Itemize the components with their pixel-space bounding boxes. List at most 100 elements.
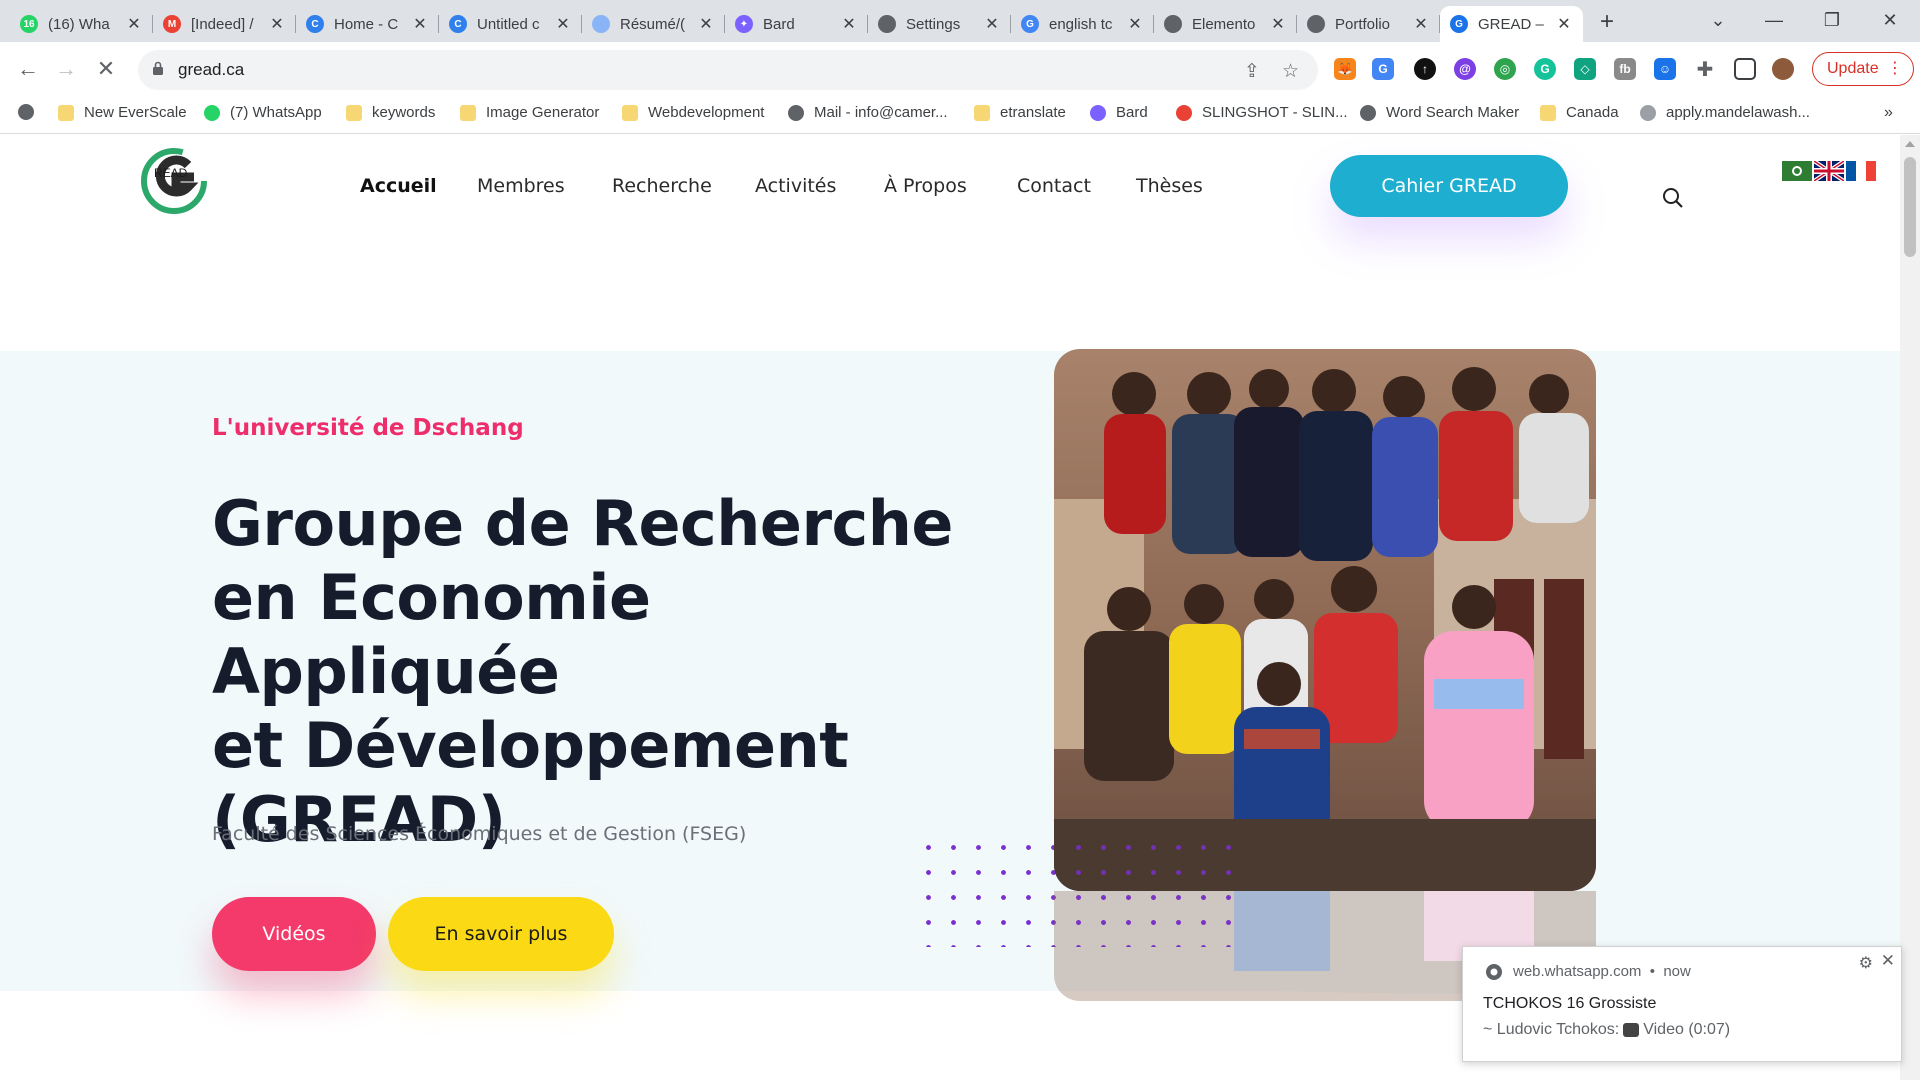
browser-tab[interactable]: Settings ✕ (868, 6, 1011, 42)
arabic-flag-icon[interactable] (1782, 161, 1812, 181)
nav-a-propos[interactable]: À Propos (884, 175, 967, 197)
browser-tab[interactable]: M [Indeed] / ✕ (153, 6, 296, 42)
whatsapp-notification[interactable]: web.whatsapp.com • now ⚙ ✕ TCHOKOS 16 Gr… (1462, 946, 1902, 1062)
tab-close-icon[interactable]: ✕ (1126, 14, 1144, 34)
bot-extension-icon[interactable]: ☺ (1654, 58, 1676, 80)
new-tab-button[interactable]: + (1600, 8, 1614, 36)
tab-close-icon[interactable]: ✕ (1555, 14, 1573, 34)
share-icon[interactable]: ⇪ (1244, 60, 1260, 83)
bookmark-label: Bard (1116, 104, 1148, 121)
globe-icon (878, 15, 896, 33)
hero-title: Groupe de Recherche en Economie Appliqué… (212, 487, 992, 857)
url-text: gread.ca (178, 60, 245, 79)
extension-icon[interactable]: ↑ (1414, 58, 1436, 80)
browser-tab[interactable]: C Home - C ✕ (296, 6, 439, 42)
close-window-button[interactable]: ✕ (1862, 0, 1918, 40)
tab-close-icon[interactable]: ✕ (1269, 14, 1287, 34)
bard-icon: ✦ (735, 15, 753, 33)
restore-button[interactable]: ❐ (1804, 0, 1860, 40)
browser-tab[interactable]: Elemento ✕ (1154, 6, 1297, 42)
tab-close-icon[interactable]: ✕ (840, 14, 858, 34)
bookmark-star-icon[interactable]: ☆ (1282, 60, 1299, 83)
browser-tab[interactable]: 16 (16) Wha ✕ (10, 6, 153, 42)
back-icon[interactable]: ← (14, 56, 42, 82)
bookmark-item[interactable]: SLINGSHOT - SLIN... (1176, 104, 1348, 121)
globe-icon (1164, 15, 1182, 33)
tab-title: Settings (906, 15, 961, 33)
bookmark-item[interactable]: Word Search Maker (1360, 104, 1519, 121)
translate-extension-icon[interactable]: G (1372, 58, 1394, 80)
folder-icon (1540, 104, 1556, 121)
notification-site: web.whatsapp.com • now (1513, 963, 1691, 980)
bookmarks-overflow-icon[interactable]: » (1884, 104, 1893, 122)
page-scrollbar[interactable] (1900, 135, 1920, 1080)
tab-title: Elemento (1192, 15, 1256, 33)
minimize-button[interactable]: — (1746, 0, 1802, 40)
bookmark-item[interactable]: etranslate (974, 104, 1066, 121)
stop-loading-icon[interactable]: ✕ (92, 56, 120, 82)
tab-close-icon[interactable]: ✕ (1412, 14, 1430, 34)
menu-dots-icon[interactable]: ⋮ (1887, 58, 1903, 78)
extensions-puzzle-icon[interactable]: ✚ (1694, 58, 1716, 81)
tab-close-icon[interactable]: ✕ (554, 14, 572, 34)
tab-search-icon[interactable]: ⌄ (1690, 0, 1746, 40)
forward-icon[interactable]: → (52, 56, 80, 82)
update-button[interactable]: Update ⋮ (1812, 52, 1914, 86)
metamask-extension-icon[interactable]: 🦊 (1334, 58, 1356, 80)
profile-avatar[interactable] (1772, 58, 1794, 80)
tab-close-icon[interactable]: ✕ (411, 14, 429, 34)
gread-favicon: G (1450, 15, 1468, 33)
canva-icon: C (306, 15, 324, 33)
notification-close-icon[interactable]: ✕ (1881, 951, 1895, 971)
notification-message: Video (0:07) (1643, 1021, 1731, 1038)
browser-tab[interactable]: C Untitled c ✕ (439, 6, 582, 42)
chatgpt-extension-icon[interactable]: ◇ (1574, 58, 1596, 80)
nav-accueil[interactable]: Accueil (360, 175, 437, 197)
tab-close-icon[interactable]: ✕ (268, 14, 286, 34)
grammarly-extension-icon[interactable]: G (1534, 58, 1556, 80)
scroll-up-arrow-icon[interactable] (1905, 141, 1915, 147)
videos-button[interactable]: Vidéos (212, 897, 376, 971)
bookmark-item[interactable]: apply.mandelawash... (1640, 104, 1810, 121)
extension-icon-2[interactable]: @ (1454, 58, 1476, 80)
browser-tab[interactable]: ✦ Bard ✕ (725, 6, 868, 42)
tab-close-icon[interactable]: ✕ (697, 14, 715, 34)
nav-membres[interactable]: Membres (477, 175, 565, 197)
fb-extension-icon[interactable]: fb (1614, 58, 1636, 80)
bookmark-item[interactable]: Image Generator (460, 104, 599, 121)
apps-globe-icon[interactable] (18, 104, 44, 120)
bookmark-item[interactable]: New EverScale (58, 104, 187, 121)
google-icon: G (1021, 15, 1039, 33)
nav-theses[interactable]: Thèses (1136, 175, 1203, 197)
web-page: READ Accueil Membres Recherche Activités… (0, 135, 1900, 1080)
bookmark-item[interactable]: Mail - info@camer... (788, 104, 948, 121)
nav-activites[interactable]: Activités (755, 175, 836, 197)
browser-tab[interactable]: Genglish tc ✕ (1011, 6, 1154, 42)
scrollbar-thumb[interactable] (1904, 157, 1916, 257)
bookmark-item[interactable]: Bard (1090, 104, 1148, 121)
nav-recherche[interactable]: Recherche (612, 175, 712, 197)
english-flag-icon[interactable] (1814, 161, 1844, 181)
browser-tab[interactable]: Portfolio ✕ (1297, 6, 1440, 42)
globe-icon (1360, 104, 1376, 121)
bookmark-item[interactable]: Webdevelopment (622, 104, 764, 121)
browser-tab[interactable]: G GREAD – ✕ (1440, 6, 1583, 42)
tab-close-icon[interactable]: ✕ (125, 14, 143, 34)
doc-icon (1640, 104, 1656, 121)
gmail-icon: M (163, 15, 181, 33)
bookmark-item[interactable]: keywords (346, 104, 435, 121)
globe-extension-icon[interactable]: ◎ (1494, 58, 1516, 80)
tab-close-icon[interactable]: ✕ (983, 14, 1001, 34)
nav-contact[interactable]: Contact (1017, 175, 1091, 197)
bookmark-item[interactable]: (7) WhatsApp (204, 104, 322, 121)
address-bar[interactable]: gread.ca ⇪ ☆ (138, 50, 1318, 90)
cahier-gread-button[interactable]: Cahier GREAD (1330, 155, 1568, 217)
gread-logo[interactable]: READ (140, 147, 208, 215)
notification-settings-gear-icon[interactable]: ⚙ (1859, 953, 1873, 973)
browser-tab[interactable]: Résumé/(✕ (582, 6, 725, 42)
bookmark-item[interactable]: Canada (1540, 104, 1619, 121)
en-savoir-plus-button[interactable]: En savoir plus (388, 897, 614, 971)
search-icon[interactable] (1662, 187, 1684, 209)
side-panel-icon[interactable] (1734, 58, 1756, 80)
french-flag-icon[interactable] (1846, 161, 1876, 181)
